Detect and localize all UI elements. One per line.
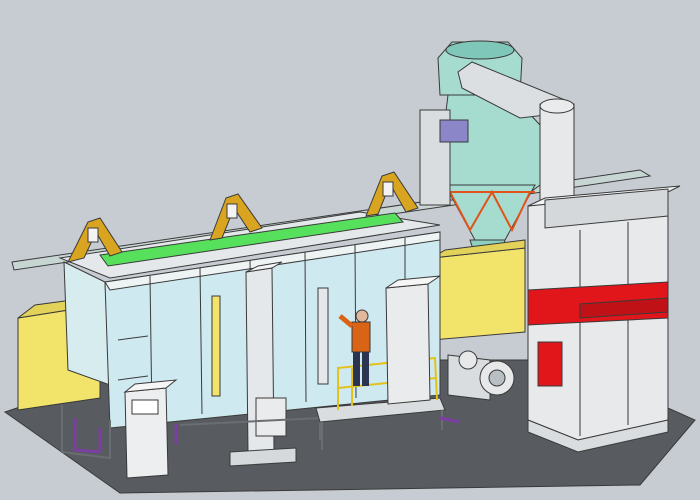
fan-housing	[447, 350, 515, 401]
yellow-panel-right	[431, 239, 526, 341]
recovery-unit	[527, 185, 681, 453]
powder-coating-booth-diagram	[3, 40, 696, 494]
